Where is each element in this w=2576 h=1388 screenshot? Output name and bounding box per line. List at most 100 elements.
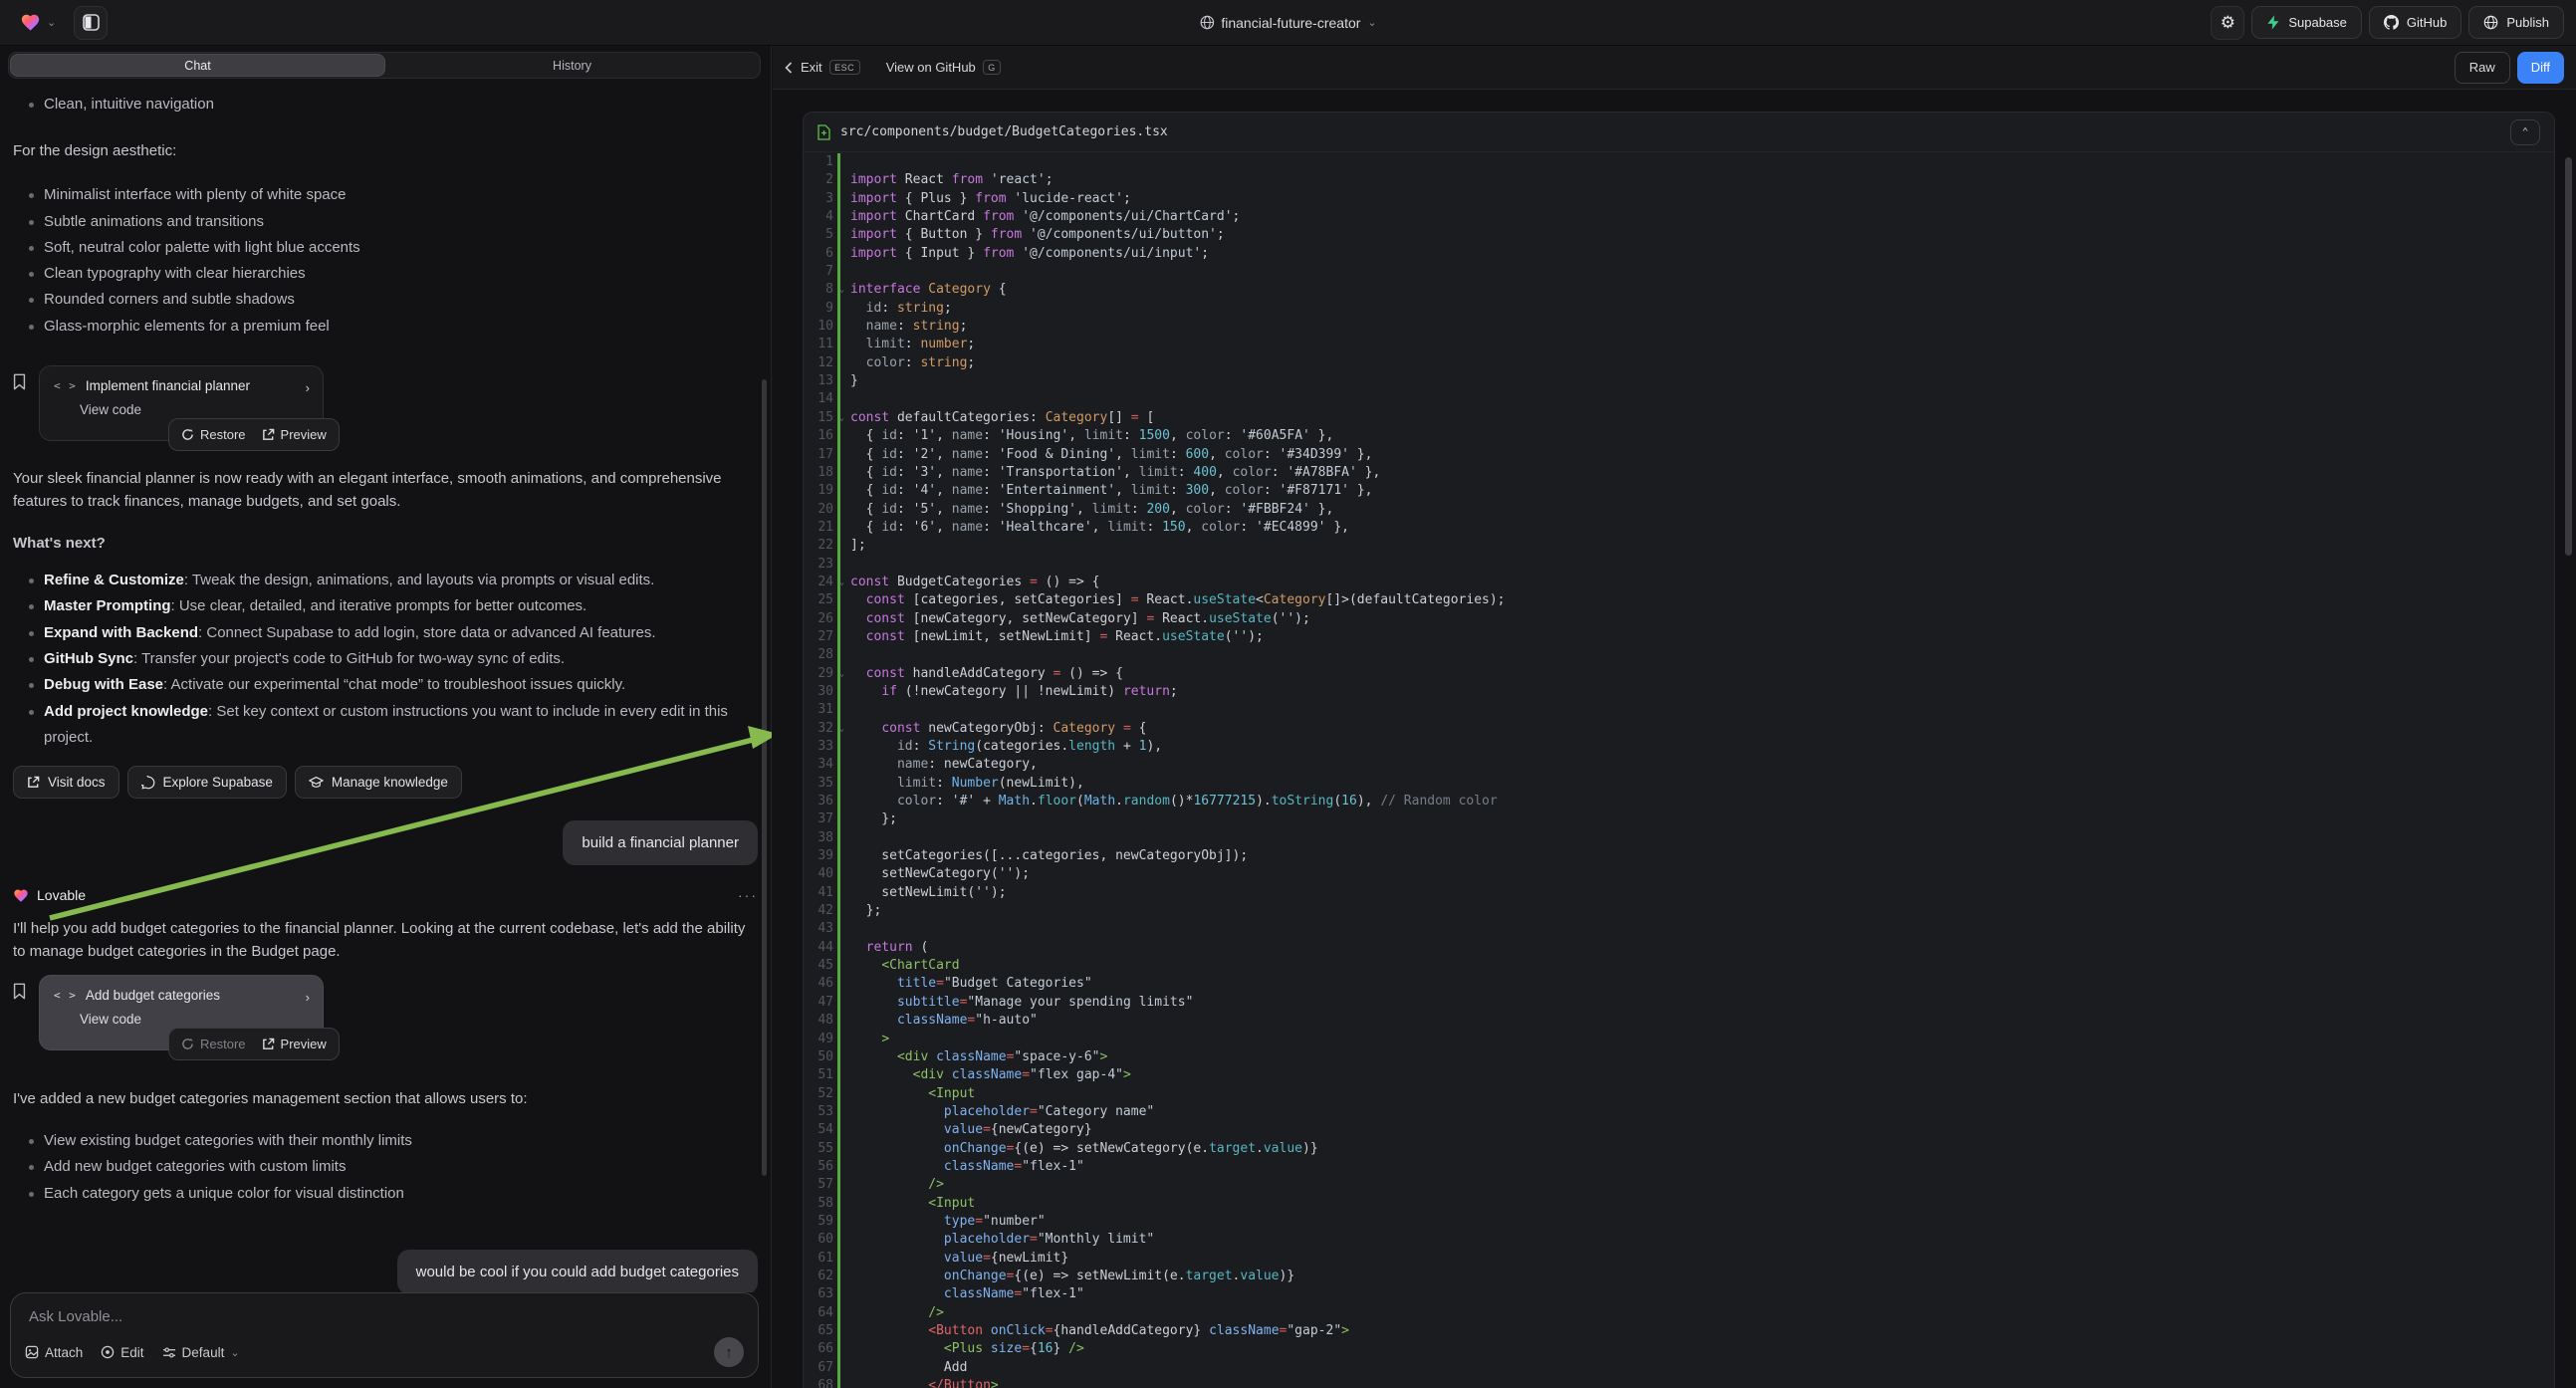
code-scrollbar-thumb[interactable] xyxy=(2565,157,2572,556)
exit-button[interactable]: Exit ESC xyxy=(785,60,860,75)
supabase-button[interactable]: Supabase xyxy=(2251,6,2362,39)
view-code-link[interactable]: View code xyxy=(80,402,309,417)
visit-docs-button[interactable]: Visit docs xyxy=(13,766,119,799)
code-line: 17 { id: '2', name: 'Food & Dining', lim… xyxy=(804,446,2554,464)
fold-chevron-icon[interactable]: ⌄ xyxy=(839,720,844,738)
code-line: 46 title="Budget Categories" xyxy=(804,975,2554,993)
chevron-right-icon: › xyxy=(306,380,310,395)
code-line: 57 /> xyxy=(804,1176,2554,1194)
raw-toggle-button[interactable]: Raw xyxy=(2455,52,2510,84)
whats-next-heading: What's next? xyxy=(13,532,758,555)
code-line: 58 <Input xyxy=(804,1195,2554,1213)
project-switcher[interactable]: financial-future-creator ⌄ xyxy=(1199,15,1376,31)
list-item: Minimalist interface with plenty of whit… xyxy=(13,182,758,208)
code-line: 2import React from 'react'; xyxy=(804,171,2554,189)
code-line: 41 setNewLimit(''); xyxy=(804,884,2554,902)
code-line: 48 className="h-auto" xyxy=(804,1012,2554,1030)
collapse-file-button[interactable]: ⌃ xyxy=(2510,119,2540,145)
code-line: 47 subtitle="Manage your spending limits… xyxy=(804,994,2554,1012)
file-path-bar[interactable]: src/components/budget/BudgetCategories.t… xyxy=(804,113,2554,152)
code-line: 61 value={newLimit} xyxy=(804,1250,2554,1268)
code-line: 18 { id: '3', name: 'Transportation', li… xyxy=(804,464,2554,482)
file-path: src/components/budget/BudgetCategories.t… xyxy=(840,124,1168,139)
target-icon xyxy=(101,1345,115,1359)
assistant-name: Lovable xyxy=(37,887,86,903)
list-item: Add project knowledge: Set key context o… xyxy=(13,699,755,752)
chat-scrollbar-thumb[interactable] xyxy=(762,379,767,1176)
sidebar-toggle-button[interactable] xyxy=(74,6,108,40)
model-selector[interactable]: Default ⌄ xyxy=(162,1345,240,1360)
code-line: 5import { Button } from '@/components/ui… xyxy=(804,226,2554,244)
workspace-chevron-down-icon[interactable]: ⌄ xyxy=(47,16,56,29)
chevron-left-icon xyxy=(785,62,793,74)
bookmark-icon[interactable] xyxy=(12,373,27,390)
manage-knowledge-button[interactable]: Manage knowledge xyxy=(295,766,462,799)
code-line: 13} xyxy=(804,372,2554,390)
view-code-link[interactable]: View code xyxy=(80,1012,309,1027)
tab-history[interactable]: History xyxy=(385,54,759,77)
code-line: 65 <Button onClick={handleAddCategory} c… xyxy=(804,1322,2554,1340)
chat-message-list: Clean, intuitive navigation For the desi… xyxy=(0,86,771,1292)
fold-chevron-icon[interactable]: ⌄ xyxy=(839,574,844,591)
code-line: 27 const [newLimit, setNewLimit] = React… xyxy=(804,628,2554,646)
publish-button[interactable]: Publish xyxy=(2468,6,2564,39)
code-line: 25 const [categories, setCategories] = R… xyxy=(804,591,2554,609)
diff-toggle-button[interactable]: Diff xyxy=(2517,52,2564,84)
preview-button[interactable]: Preview xyxy=(262,1037,327,1051)
code-line: 20 { id: '5', name: 'Shopping', limit: 2… xyxy=(804,501,2554,519)
chat-history-tabs: Chat History xyxy=(8,52,761,79)
new-file-icon xyxy=(818,124,830,140)
project-name: financial-future-creator xyxy=(1221,15,1360,31)
message-menu-button[interactable]: ··· xyxy=(738,887,758,903)
list-item: Clean, intuitive navigation xyxy=(13,92,758,117)
fold-chevron-icon[interactable]: ⌄ xyxy=(839,409,844,427)
code-line: 64 /> xyxy=(804,1304,2554,1322)
fold-chevron-icon[interactable]: ⌄ xyxy=(839,665,844,683)
added-paragraph: I've added a new budget categories manag… xyxy=(13,1087,758,1110)
code-line: 54 value={newCategory} xyxy=(804,1121,2554,1139)
chat-bubble-icon xyxy=(141,776,155,790)
list-item: Master Prompting: Use clear, detailed, a… xyxy=(13,593,755,619)
code-line: 60 placeholder="Monthly limit" xyxy=(804,1231,2554,1249)
code-brackets-icon: < > xyxy=(54,989,77,1002)
code-line: 52 <Input xyxy=(804,1085,2554,1103)
code-line: 1 xyxy=(804,153,2554,171)
settings-button[interactable]: ⚙ xyxy=(2211,6,2244,40)
attach-button[interactable]: Attach xyxy=(25,1345,83,1360)
list-item: Subtle animations and transitions xyxy=(13,209,758,235)
whats-next-list: Refine & Customize: Tweak the design, an… xyxy=(13,568,755,751)
code-line: 6import { Input } from '@/components/ui/… xyxy=(804,245,2554,263)
ask-lovable-input[interactable] xyxy=(27,1307,528,1326)
project-chevron-down-icon: ⌄ xyxy=(1367,16,1376,29)
tab-chat[interactable]: Chat xyxy=(10,54,385,77)
preview-button[interactable]: Preview xyxy=(262,427,327,442)
chevron-up-icon: ⌃ xyxy=(2522,125,2529,138)
bookmark-icon[interactable] xyxy=(12,983,27,1000)
code-line: 56 className="flex-1" xyxy=(804,1158,2554,1176)
design-aesthetic-heading: For the design aesthetic: xyxy=(13,139,758,162)
top-bar: ⌄ financial-future-creator ⌄ ⚙ Supabase xyxy=(0,0,2576,46)
code-line: 37 }; xyxy=(804,810,2554,828)
fold-chevron-icon[interactable]: ⌄ xyxy=(839,281,844,299)
send-button[interactable]: ↑ xyxy=(714,1337,744,1367)
lovable-app-window: ⌄ financial-future-creator ⌄ ⚙ Supabase xyxy=(0,0,2576,1388)
restore-button[interactable]: Restore xyxy=(181,1037,246,1051)
lovable-logo-heart-icon[interactable] xyxy=(20,13,41,32)
code-line: 33 id: String(categories.length + 1), xyxy=(804,738,2554,756)
code-line: 4import ChartCard from '@/components/ui/… xyxy=(804,208,2554,226)
code-line: 21 { id: '6', name: 'Healthcare', limit:… xyxy=(804,519,2554,537)
list-item: Rounded corners and subtle shadows xyxy=(13,287,758,313)
view-on-github-button[interactable]: View on GitHub G xyxy=(886,60,1002,75)
code-line: 55 onChange={(e) => setNewCategory(e.tar… xyxy=(804,1140,2554,1158)
list-item: GitHub Sync: Transfer your project's cod… xyxy=(13,646,755,672)
code-line: 14 xyxy=(804,390,2554,408)
github-button[interactable]: GitHub xyxy=(2369,6,2461,39)
edit-mode-button[interactable]: Edit xyxy=(101,1345,143,1360)
chevron-right-icon: › xyxy=(306,990,310,1005)
explore-supabase-button[interactable]: Explore Supabase xyxy=(127,766,287,799)
code-line: 3import { Plus } from 'lucide-react'; xyxy=(804,190,2554,208)
design-bullet-list: Minimalist interface with plenty of whit… xyxy=(13,182,758,340)
restore-button[interactable]: Restore xyxy=(181,427,246,442)
code-view-header: Exit ESC View on GitHub G Raw Diff xyxy=(773,46,2576,90)
code-line: 62 onChange={(e) => setNewLimit(e.target… xyxy=(804,1268,2554,1285)
